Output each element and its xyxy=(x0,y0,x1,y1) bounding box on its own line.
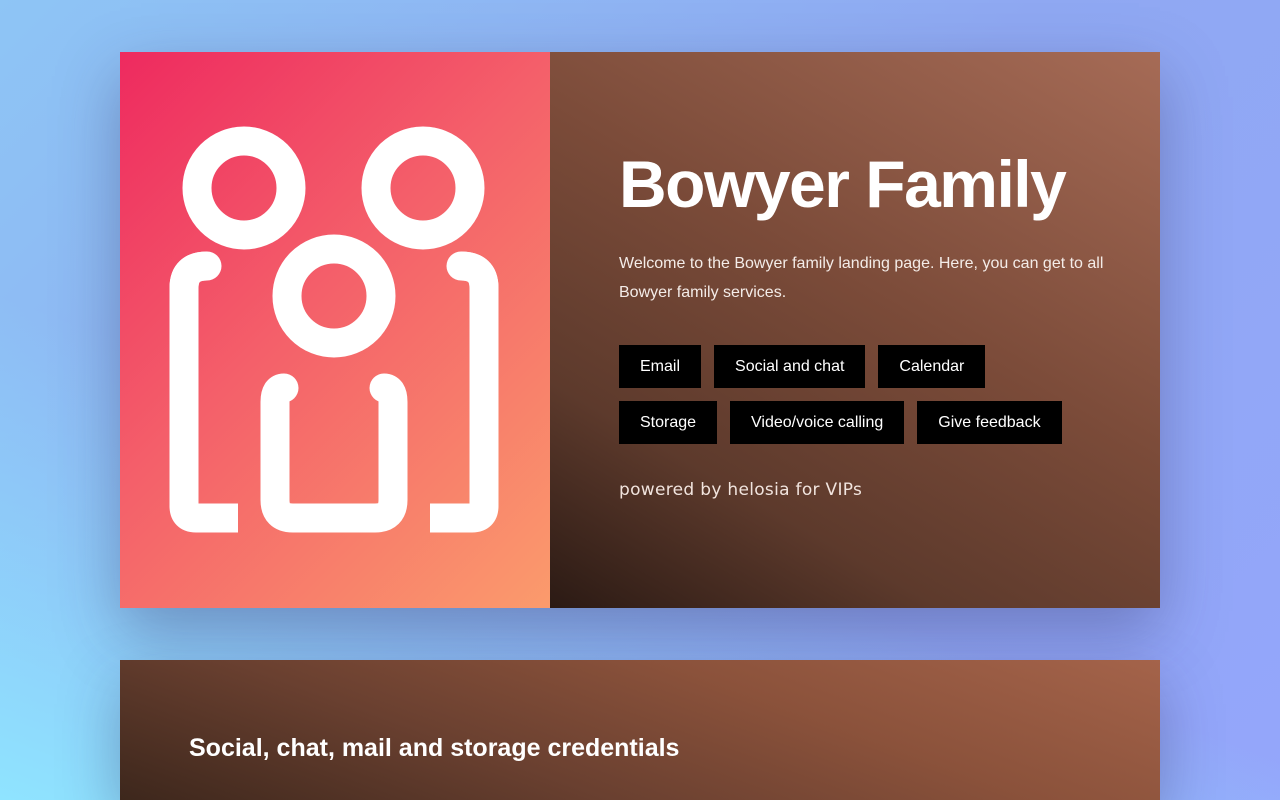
family-group-icon xyxy=(169,126,499,533)
service-buttons-row: Email Social and chat Calendar xyxy=(619,345,1099,388)
storage-button[interactable]: Storage xyxy=(619,401,718,444)
service-buttons-row: Storage Video/voice calling Give feedbac… xyxy=(619,401,1099,444)
hero-card: Bowyer Family Welcome to the Bowyer fami… xyxy=(120,52,1160,608)
credentials-heading: Social, chat, mail and storage credentia… xyxy=(189,734,680,762)
page-title: Bowyer Family xyxy=(619,147,1067,221)
logo-panel xyxy=(120,52,550,608)
info-panel: Bowyer Family Welcome to the Bowyer fami… xyxy=(550,52,1160,608)
powered-by-text: powered by helosia for VIPs xyxy=(619,480,863,500)
email-button[interactable]: Email xyxy=(619,345,702,388)
social-and-chat-button[interactable]: Social and chat xyxy=(714,345,866,388)
credentials-section: Social, chat, mail and storage credentia… xyxy=(120,660,1160,800)
calendar-button[interactable]: Calendar xyxy=(878,345,986,388)
video-voice-calling-button[interactable]: Video/voice calling xyxy=(730,401,905,444)
service-buttons: Email Social and chat Calendar Storage V… xyxy=(619,345,1099,457)
welcome-text: Welcome to the Bowyer family landing pag… xyxy=(619,255,1104,301)
give-feedback-button[interactable]: Give feedback xyxy=(917,401,1062,444)
